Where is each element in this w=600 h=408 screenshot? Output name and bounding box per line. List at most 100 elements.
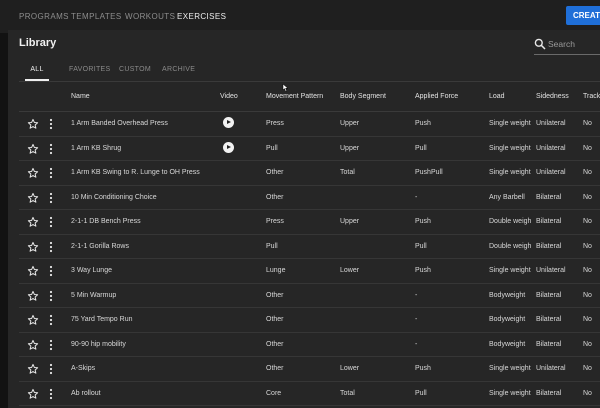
cell-track: No — [583, 316, 592, 323]
cell-load: Double weight — [489, 242, 531, 250]
subtab-custom[interactable]: CUSTOM — [119, 60, 151, 79]
star-outline-icon[interactable] — [27, 240, 39, 252]
kebab-menu-icon[interactable] — [48, 338, 54, 350]
column-header-movement-pattern[interactable]: Movement Pattern — [266, 82, 323, 111]
table-row[interactable]: Ab rollout Core Total Pull Single weight Bila… — [19, 381, 600, 406]
cell-body-segment: Upper — [340, 144, 360, 152]
star-outline-icon[interactable] — [27, 166, 39, 178]
cell-name: 1 Arm Banded Overhead Press — [71, 120, 168, 127]
star-outline-icon[interactable] — [27, 338, 39, 350]
table-row[interactable]: 75 Yard Tempo Run Other - Bodyweight Bilater… — [19, 307, 600, 333]
kebab-menu-icon[interactable] — [48, 362, 54, 375]
table-row[interactable]: 3 Way Lunge Lunge Lower Push Single weight Un… — [19, 258, 600, 284]
cell-body-segment: Lower — [340, 365, 360, 372]
cell-applied-force: - — [415, 291, 418, 299]
table-row[interactable]: 2-1-1 Gorilla Rows Pull Pull Double weight B… — [19, 234, 600, 259]
column-header-applied-force[interactable]: Applied Force — [415, 82, 458, 111]
table-row[interactable]: 2-1-1 DB Bench Press Press Upper Push Double… — [19, 209, 600, 235]
play-circle-icon[interactable] — [223, 141, 234, 153]
cell-body-segment: Total — [340, 169, 355, 176]
kebab-menu-icon[interactable] — [48, 142, 54, 154]
cell-load: Any Barbell — [489, 193, 525, 201]
cell-body-segment — [340, 185, 410, 209]
table-row[interactable]: 1 Arm Banded Overhead Press Press Upper Pus… — [19, 111, 600, 137]
cell-applied-force: PushPull — [415, 169, 443, 176]
cell-track: No — [583, 169, 592, 176]
cell-movement-pattern: Other — [266, 365, 284, 372]
table-row[interactable]: A-Skips Other Lower Push Single weight Unilat… — [19, 356, 600, 382]
cell-applied-force: Push — [415, 120, 431, 127]
column-header-sidedness[interactable]: Sidedness — [536, 82, 569, 111]
cell-body-segment — [340, 283, 410, 307]
table-row[interactable]: 90-90 hip mobility Other - Bodyweight Bilate… — [19, 332, 600, 357]
cell-body-segment: Upper — [340, 218, 360, 225]
kebab-menu-icon[interactable] — [48, 240, 54, 252]
cell-name: Ab rollout — [71, 389, 101, 397]
kebab-menu-icon[interactable] — [48, 117, 54, 130]
tab-exercises[interactable]: EXERCISES — [169, 0, 235, 33]
kebab-menu-icon[interactable] — [48, 264, 54, 277]
cell-body-segment — [340, 332, 410, 356]
star-outline-icon[interactable] — [27, 117, 39, 129]
tab-workouts[interactable]: WORKOUTS — [125, 0, 175, 31]
cell-track: No — [583, 340, 592, 348]
star-outline-icon[interactable] — [27, 387, 39, 399]
search-input[interactable] — [548, 36, 600, 52]
cell-name: 1 Arm KB Shrug — [71, 144, 122, 152]
subtab-all[interactable]: ALL — [25, 60, 49, 81]
column-header-body-segment[interactable]: Body Segment — [340, 82, 386, 111]
column-header-load[interactable]: Load — [489, 82, 505, 111]
cell-load: Single weight — [489, 389, 531, 397]
column-header-video[interactable]: Video — [220, 82, 238, 111]
cell-applied-force: Pull — [415, 242, 427, 250]
create-button[interactable]: CREATE — [566, 6, 600, 25]
cell-track: No — [583, 242, 592, 250]
kebab-menu-icon[interactable] — [48, 387, 54, 399]
kebab-menu-icon[interactable] — [48, 166, 54, 179]
cell-movement-pattern: Pull — [266, 144, 278, 152]
kebab-menu-icon[interactable] — [48, 289, 54, 301]
star-outline-icon[interactable] — [27, 191, 39, 203]
table-row[interactable]: 1 Arm KB Swing to R. Lunge to OH Press Ot… — [19, 160, 600, 186]
play-circle-icon[interactable] — [223, 117, 234, 128]
cell-movement-pattern: Other — [266, 316, 284, 323]
table-row[interactable]: 5 Min Warmup Other - Bodyweight Bilateral No — [19, 283, 600, 308]
page-title: Library — [19, 37, 57, 49]
cell-name: 1 Arm KB Swing to R. Lunge to OH Press — [71, 169, 200, 176]
cell-load: Single weight — [489, 365, 531, 372]
star-outline-icon[interactable] — [27, 264, 39, 276]
search-box[interactable] — [534, 36, 600, 55]
cell-name: 2-1-1 Gorilla Rows — [71, 242, 129, 250]
star-outline-icon[interactable] — [27, 313, 39, 325]
table-header-row: Name Video Movement Pattern Body Segment… — [19, 82, 600, 112]
cell-sidedness: Unilateral — [536, 365, 566, 372]
subtab-favorites[interactable]: FAVORITES — [69, 60, 110, 79]
tab-templates[interactable]: TEMPLATES — [71, 0, 122, 31]
cell-applied-force: Pull — [415, 144, 427, 152]
table-row[interactable]: 10 Min Conditioning Choice Other - Any Barb… — [19, 185, 600, 210]
cell-sidedness: Unilateral — [536, 144, 566, 152]
cell-load: Double weight — [489, 218, 531, 225]
column-header-name[interactable]: Name — [71, 82, 90, 111]
kebab-menu-icon[interactable] — [48, 191, 54, 203]
cell-applied-force: Pull — [415, 389, 427, 397]
star-outline-icon[interactable] — [27, 289, 39, 301]
star-outline-icon[interactable] — [27, 215, 39, 227]
cell-load: Bodyweight — [489, 340, 526, 348]
star-outline-icon[interactable] — [27, 362, 39, 374]
cell-movement-pattern: Lunge — [266, 267, 286, 274]
star-outline-icon[interactable] — [27, 142, 39, 154]
cell-applied-force: - — [415, 316, 418, 323]
cell-load: Bodyweight — [489, 316, 526, 323]
cell-movement-pattern: Pull — [266, 242, 278, 250]
kebab-menu-icon[interactable] — [48, 313, 54, 326]
tab-programs[interactable]: PROGRAMS — [19, 0, 69, 31]
cell-movement-pattern: Other — [266, 291, 284, 299]
table-row[interactable]: 1 Arm KB Shrug Pull Upper Pull Single weight… — [19, 136, 600, 161]
column-header-track[interactable]: Track — [583, 82, 600, 111]
cell-track: No — [583, 365, 592, 372]
subtab-archive[interactable]: ARCHIVE — [162, 60, 195, 79]
kebab-menu-icon[interactable] — [48, 215, 54, 228]
cell-applied-force: Push — [415, 267, 431, 274]
cell-sidedness: Unilateral — [536, 120, 566, 127]
